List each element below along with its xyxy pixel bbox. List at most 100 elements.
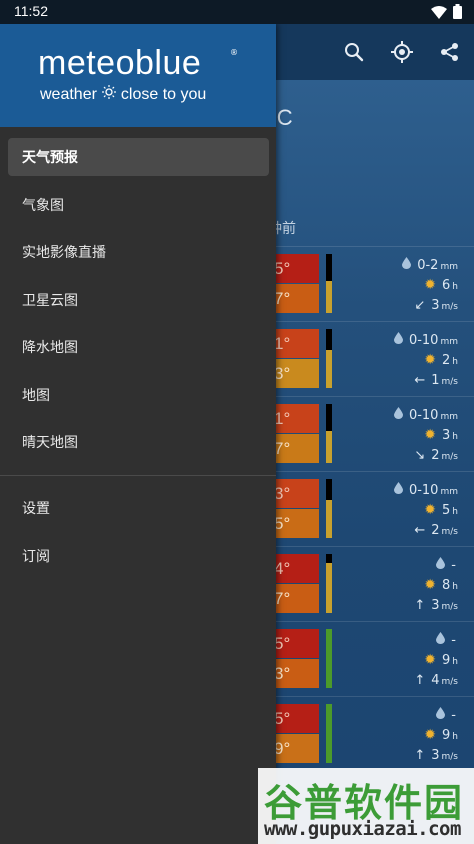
- probability-meter: [326, 329, 332, 388]
- wind-arrow-icon: ↙: [414, 298, 426, 313]
- sun-value: 2: [442, 352, 451, 368]
- sun-unit: h: [452, 356, 458, 367]
- precipitation: -: [436, 707, 458, 723]
- wind: ↑ 3 m/s: [414, 598, 458, 613]
- drawer-menu-item[interactable]: 天气预报: [8, 138, 269, 176]
- probability-meter: [326, 629, 332, 688]
- probability-meter: [326, 479, 332, 538]
- raindrop-icon: [393, 482, 403, 498]
- raindrop-icon: [393, 332, 403, 348]
- sunshine: ✹ 8 h: [424, 577, 458, 593]
- raindrop-icon: [436, 707, 446, 723]
- wind-unit: m/s: [441, 452, 459, 462]
- precipitation: 0-10 mm: [393, 407, 458, 423]
- status-icons: [431, 4, 462, 23]
- sun-icon: ✹: [424, 427, 436, 443]
- brand-tagline: weather close to you: [40, 85, 206, 104]
- wind-arrow-icon: ↑: [414, 598, 426, 613]
- brand-registered-mark: ®: [230, 48, 238, 57]
- drawer-menu-item[interactable]: 实地影像直播: [8, 233, 269, 271]
- precipitation: -: [436, 632, 458, 648]
- rain-value: -: [451, 632, 456, 648]
- rain-unit: mm: [440, 336, 458, 347]
- probability-meter: [326, 704, 332, 763]
- raindrop-icon: [436, 632, 446, 648]
- wind-unit: m/s: [441, 752, 459, 762]
- wind-unit: m/s: [441, 302, 459, 312]
- drawer-menu-item[interactable]: 降水地图: [8, 328, 269, 366]
- sun-icon: ✹: [424, 502, 436, 518]
- raindrop-icon: [393, 407, 403, 423]
- sunshine: ✹ 3 h: [424, 427, 458, 443]
- drawer-menu-item[interactable]: 晴天地图: [8, 423, 269, 461]
- wind-arrow-icon: ←: [414, 373, 426, 388]
- drawer-menu-item[interactable]: 地图: [8, 376, 269, 414]
- drawer-menu-item[interactable]: 气象图: [8, 186, 269, 224]
- sun-unit: h: [452, 431, 458, 442]
- wind: ← 2 m/s: [414, 523, 458, 538]
- wind-value: 2: [431, 448, 440, 463]
- wind-value: 3: [431, 298, 440, 313]
- precipitation: -: [436, 557, 458, 573]
- sunshine: ✹ 2 h: [424, 352, 458, 368]
- sun-value: 3: [442, 427, 451, 443]
- locate-icon[interactable]: [378, 24, 426, 80]
- sun-icon: ✹: [424, 577, 436, 593]
- rain-value: 0-10: [408, 482, 439, 498]
- precipitation: 0-10 mm: [393, 332, 458, 348]
- wifi-icon: [431, 4, 447, 23]
- wind-arrow-icon: ↘: [414, 448, 426, 463]
- status-time: 11:52: [14, 3, 48, 19]
- sun-icon: ✹: [424, 727, 436, 743]
- probability-meter: [326, 254, 332, 313]
- rain-value: 0-2: [417, 257, 439, 273]
- wind-value: 4: [431, 673, 440, 688]
- sun-unit: h: [452, 656, 458, 667]
- tagline-left: weather: [40, 85, 97, 103]
- drawer-secondary-item[interactable]: 设置: [8, 489, 269, 527]
- wind-value: 3: [431, 598, 440, 613]
- wind-unit: m/s: [441, 377, 459, 387]
- sun-icon: [101, 85, 116, 104]
- sun-unit: h: [452, 281, 458, 292]
- meter-top: [326, 254, 332, 281]
- sunshine: ✹ 9 h: [424, 652, 458, 668]
- sunshine: ✹ 9 h: [424, 727, 458, 743]
- sun-icon: ✹: [424, 652, 436, 668]
- wind-unit: m/s: [441, 677, 459, 687]
- wind-value: 2: [431, 523, 440, 538]
- rain-value: -: [451, 557, 456, 573]
- wind: ↑ 4 m/s: [414, 673, 458, 688]
- share-icon[interactable]: [426, 24, 474, 80]
- sun-icon: ✹: [424, 277, 436, 293]
- probability-meter: [326, 554, 332, 613]
- rain-unit: mm: [440, 411, 458, 422]
- wind: ← 1 m/s: [414, 373, 458, 388]
- tagline-right: close to you: [120, 85, 207, 103]
- search-icon[interactable]: [330, 24, 378, 80]
- drawer-secondary-item[interactable]: 订阅: [8, 537, 269, 575]
- sun-value: 5: [442, 502, 451, 518]
- sun-value: 9: [442, 652, 451, 668]
- raindrop-icon: [436, 557, 446, 573]
- wind-unit: m/s: [441, 602, 459, 612]
- meter-top: [326, 404, 332, 431]
- meter-top: [326, 554, 332, 563]
- probability-meter: [326, 404, 332, 463]
- drawer-divider: [0, 475, 276, 476]
- watermark-url: www.gupuxiazai.com: [264, 818, 461, 840]
- wind-unit: m/s: [441, 527, 459, 537]
- rain-value: 0-10: [408, 332, 439, 348]
- navigation-drawer: meteoblue ® weather close to you 天气预报 气象图…: [0, 24, 276, 844]
- drawer-menu-item[interactable]: 卫星云图: [8, 281, 269, 319]
- meter-top: [326, 479, 332, 500]
- status-bar: 11:52: [0, 0, 474, 24]
- wind-arrow-icon: ←: [414, 523, 426, 538]
- meter-top: [326, 329, 332, 350]
- sun-unit: h: [452, 506, 458, 517]
- rain-value: 0-10: [408, 407, 439, 423]
- sunshine: ✹ 6 h: [424, 277, 458, 293]
- rain-unit: mm: [440, 261, 458, 272]
- precipitation: 0-10 mm: [393, 482, 458, 498]
- rain-unit: mm: [440, 486, 458, 497]
